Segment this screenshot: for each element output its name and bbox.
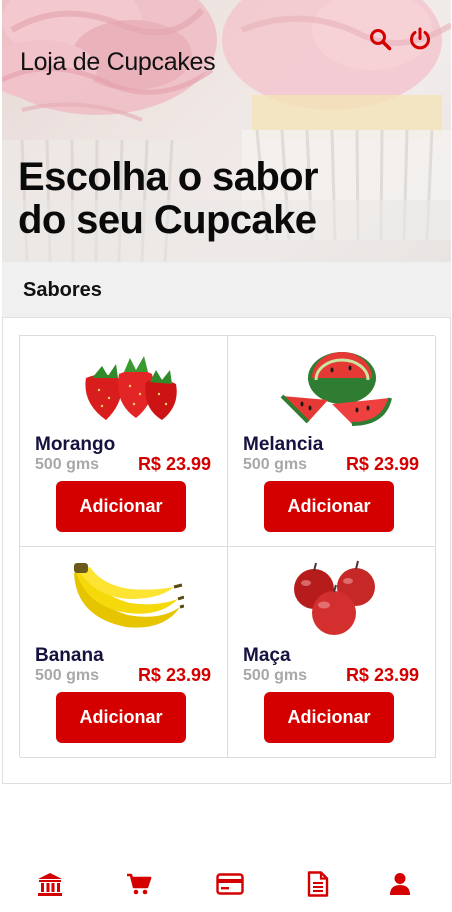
bottom-nav <box>0 862 452 906</box>
logout-button[interactable] <box>407 26 433 52</box>
product-price: R$ 23.99 <box>345 454 419 474</box>
product-price: R$ 23.99 <box>137 454 211 474</box>
user-icon <box>390 873 410 895</box>
section-header: Sabores <box>2 262 451 318</box>
nav-profile[interactable] <box>385 870 415 898</box>
product-price: R$ 23.99 <box>137 665 211 685</box>
headline-line-2: do seu Cupcake <box>18 198 317 242</box>
nav-orders[interactable] <box>303 870 333 898</box>
bank-icon <box>38 873 62 896</box>
apple-image <box>294 560 375 635</box>
document-icon <box>307 871 329 897</box>
product-name: Morango <box>35 434 116 455</box>
banana-image <box>74 563 184 628</box>
product-grid: Morango 500 gms R$ 23.99 Adicionar Melan… <box>19 335 436 758</box>
nav-payment[interactable] <box>215 870 245 898</box>
add-button-morango[interactable]: Adicionar <box>56 481 186 532</box>
product-price: R$ 23.99 <box>345 665 419 685</box>
product-weight: 500 gms <box>35 667 100 684</box>
product-card-melancia: Melancia 500 gms R$ 23.99 Adicionar <box>228 336 436 547</box>
nav-cart[interactable] <box>124 870 154 898</box>
cart-icon <box>127 873 152 895</box>
credit-card-icon <box>216 873 244 895</box>
product-weight: 500 gms <box>243 667 308 684</box>
app-title: Loja de Cupcakes <box>20 48 216 76</box>
product-card-morango: Morango 500 gms R$ 23.99 Adicionar <box>20 336 228 547</box>
products-panel: Morango 500 gms R$ 23.99 Adicionar Melan… <box>2 318 451 784</box>
nav-bank[interactable] <box>35 870 65 898</box>
add-button-maca[interactable]: Adicionar <box>264 692 394 743</box>
hero-headline: Escolha o sabor do seu Cupcake <box>18 155 319 242</box>
add-button-melancia[interactable]: Adicionar <box>264 481 394 532</box>
hero-banner: Loja de Cupcakes Escolha o sabor do seu … <box>2 0 451 262</box>
app-screen: Loja de Cupcakes Escolha o sabor do seu … <box>0 0 452 912</box>
add-button-banana[interactable]: Adicionar <box>56 692 186 743</box>
power-icon <box>410 27 430 50</box>
product-card-maca: Maça 500 gms R$ 23.99 Adicionar <box>228 547 436 758</box>
product-name: Melancia <box>243 434 324 455</box>
product-weight: 500 gms <box>35 456 100 473</box>
strawberry-image <box>85 356 177 420</box>
product-name: Banana <box>35 645 104 666</box>
product-weight: 500 gms <box>243 456 308 473</box>
section-title: Sabores <box>23 279 102 301</box>
watermelon-image <box>280 352 392 426</box>
headline-line-1: Escolha o sabor <box>18 155 319 199</box>
header-actions <box>367 26 433 52</box>
search-button[interactable] <box>367 26 393 52</box>
search-icon <box>370 29 392 51</box>
product-name: Maça <box>243 645 291 666</box>
product-card-banana: Banana 500 gms R$ 23.99 Adicionar <box>20 547 228 758</box>
